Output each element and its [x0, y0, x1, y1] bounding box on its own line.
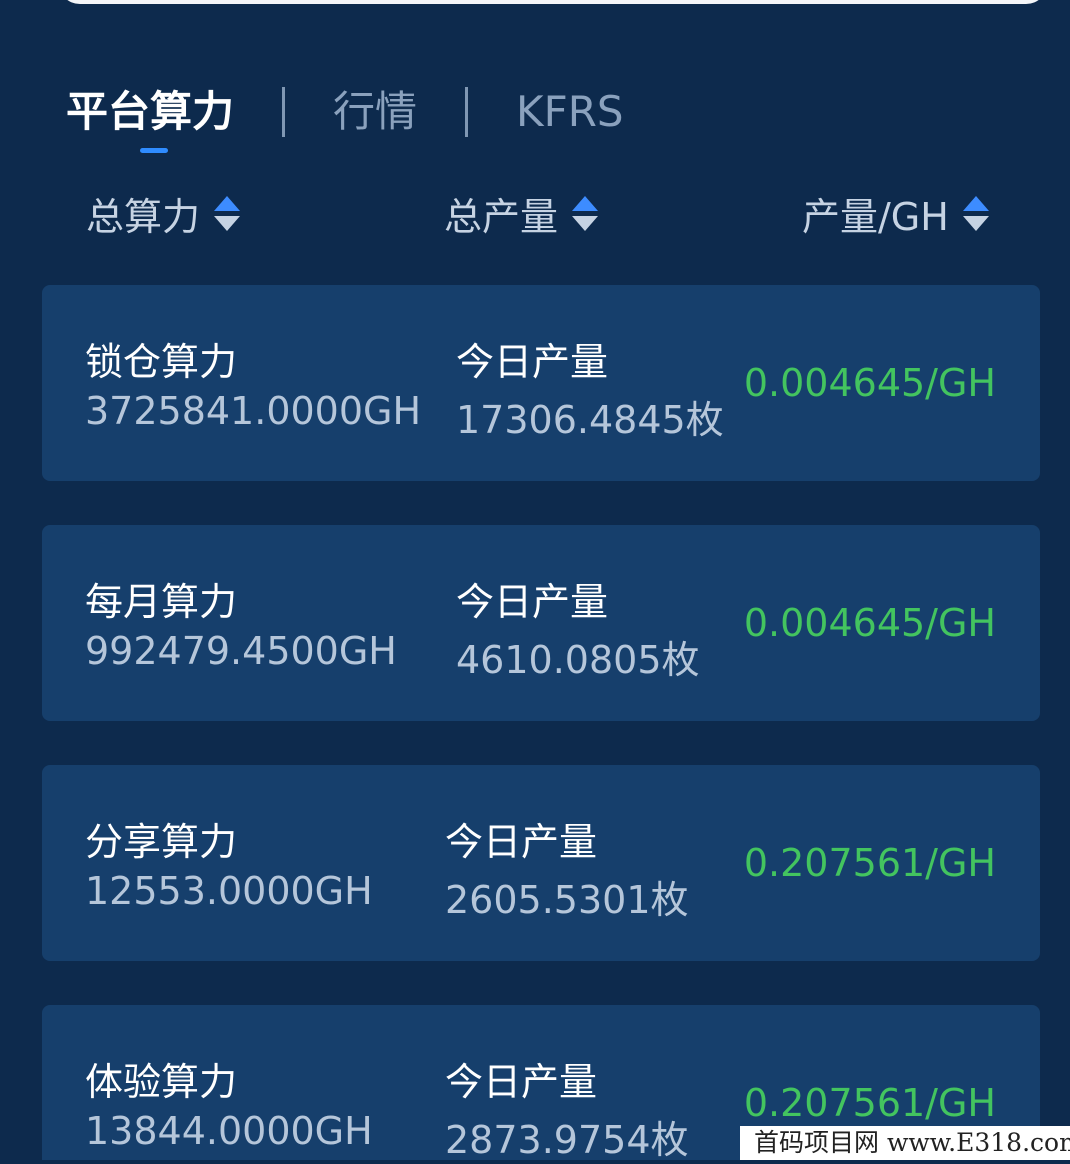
column-header-label: 总产量: [444, 194, 559, 239]
card-hashrate-value: 992479.4500GH: [85, 629, 397, 673]
sort-total-output[interactable]: 总产量: [444, 182, 599, 244]
tab-platform-hashrate[interactable]: 平台算力: [66, 84, 235, 153]
top-panel-edge: [58, 0, 1048, 4]
card-hashrate-value: 3725841.0000GH: [85, 389, 422, 433]
card-output-value: 17306.4845枚: [456, 398, 724, 442]
card-rate-per-gh: 0.004645/GH: [743, 601, 996, 645]
card-output-label: 今日产量: [445, 820, 598, 864]
tab-label: 平台算力: [66, 87, 235, 136]
column-header-label: 总算力: [86, 194, 201, 239]
sort-icon: [962, 190, 989, 236]
sort-icon: [214, 190, 241, 236]
watermark-text: 首码项目网 www.E318.com: [740, 1126, 1070, 1160]
card-output-value: 2873.9754枚: [445, 1118, 689, 1162]
card-title: 每月算力: [85, 580, 238, 624]
sort-icon: [572, 190, 599, 236]
sort-total-hashrate[interactable]: 总算力: [86, 182, 241, 244]
card-output-label: 今日产量: [456, 580, 609, 624]
tab-label: 行情: [333, 87, 418, 136]
card-rate-per-gh: 0.207561/GH: [743, 1081, 996, 1125]
card-title: 体验算力: [85, 1060, 238, 1104]
tab-label: KFRS: [516, 87, 624, 136]
card-hashrate-value: 12553.0000GH: [85, 869, 373, 913]
card-rate-per-gh: 0.004645/GH: [743, 361, 996, 405]
card-title: 分享算力: [85, 820, 238, 864]
tab-market[interactable]: 行情: [333, 84, 417, 140]
column-header-label: 产量/GH: [802, 194, 949, 239]
hashrate-card-share[interactable]: 分享算力 12553.0000GH 今日产量 2605.5301枚 0.2075…: [42, 765, 1040, 961]
tab-bar: 平台算力 行情 KFRS: [66, 82, 624, 153]
active-tab-indicator: [140, 148, 168, 153]
column-headers: 总算力 总产量 产量/GH: [0, 182, 1070, 244]
card-output-value: 4610.0805枚: [456, 638, 700, 682]
sort-output-per-gh[interactable]: 产量/GH: [802, 182, 989, 244]
card-output-label: 今日产量: [445, 1060, 598, 1104]
card-output-value: 2605.5301枚: [445, 878, 689, 922]
tab-divider: [465, 87, 469, 137]
hashrate-card-locked[interactable]: 锁仓算力 3725841.0000GH 今日产量 17306.4845枚 0.0…: [42, 285, 1040, 481]
hashrate-card-monthly[interactable]: 每月算力 992479.4500GH 今日产量 4610.0805枚 0.004…: [42, 525, 1040, 721]
tab-divider: [282, 87, 286, 137]
card-title: 锁仓算力: [85, 340, 238, 384]
card-hashrate-value: 13844.0000GH: [85, 1109, 373, 1153]
card-rate-per-gh: 0.207561/GH: [743, 841, 996, 885]
tab-kfrs[interactable]: KFRS: [516, 84, 624, 140]
card-output-label: 今日产量: [456, 340, 609, 384]
